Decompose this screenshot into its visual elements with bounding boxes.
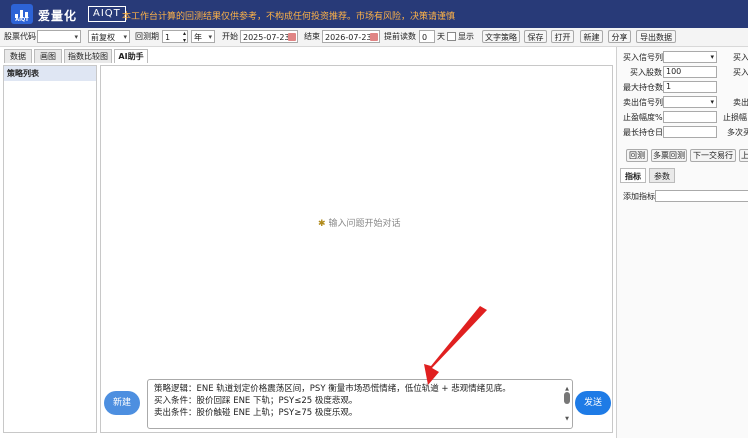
sell-signal-right-label: 卖出 — [733, 98, 748, 107]
buy-signal-row: 买入信号列 ▾ 买入 — [617, 51, 748, 64]
open-button[interactable]: 打开 — [551, 30, 574, 43]
calendar-icon[interactable] — [370, 33, 378, 41]
backtest-button[interactable]: 回测 — [626, 149, 648, 162]
chevron-down-icon: ▾ — [208, 33, 212, 41]
max-hold-label: 最大持仓数 — [623, 83, 663, 92]
max-hold-row: 最大持仓数 1 — [617, 81, 748, 94]
stock-code-select[interactable]: ▾ — [37, 30, 81, 43]
multi-buy-label: 多次买 — [727, 128, 748, 137]
text-strategy-button[interactable]: 文字策略 — [482, 30, 520, 43]
add-indicator-label: 添加指标 — [623, 192, 655, 201]
advance-unit: 天 — [437, 32, 445, 41]
adjust-select[interactable]: 前复权 ▾ — [88, 30, 130, 43]
tab-indicators[interactable]: 指标 — [620, 168, 646, 183]
buy-signal-label: 买入信号列 — [623, 53, 663, 62]
buy-shares-row: 买入股数 100 买入 — [617, 66, 748, 79]
chat-input-line: 卖出条件：股价触碰 ENE 上轨；PSY≥75 极度乐观。 — [154, 408, 358, 418]
show-checkbox[interactable] — [447, 32, 456, 41]
app-header: AIQT 爱量化 AIQT 本工作台计算的回测结果仅供参考，不构成任何投资推荐。… — [0, 0, 748, 28]
right-settings-panel: 买入信号列 ▾ 买入 买入股数 100 买入 最大持仓数 1 卖出信号列 ▾ 卖… — [616, 47, 748, 438]
max-days-input[interactable] — [663, 126, 717, 138]
period-label: 回测期 — [135, 32, 159, 41]
advance-label: 提前读数 — [384, 32, 416, 41]
bee-icon: ✱ — [318, 219, 326, 229]
tab-draw[interactable]: 画图 — [34, 49, 62, 63]
advance-input[interactable]: 0 — [419, 30, 435, 43]
strategy-list-header: 策略列表 — [4, 66, 96, 81]
save-button[interactable]: 保存 — [524, 30, 547, 43]
disclaimer-text: 本工作台计算的回测结果仅供参考，不构成任何投资推荐。市场有风险，决策请谨慎 — [122, 12, 456, 22]
buy-signal-right-label: 买入 — [733, 53, 748, 62]
chat-empty-hint: ✱ 输入问题开始对话 — [318, 219, 401, 229]
add-indicator-input[interactable] — [655, 190, 748, 202]
stock-code-label: 股票代码 — [4, 32, 36, 41]
next-trade-row-button[interactable]: 下一交易行 — [690, 149, 736, 162]
chat-input-line: 策略逻辑：ENE 轨道划定价格震荡区间，PSY 衡量市场恐慌情绪，低位轨道 + … — [154, 384, 511, 394]
max-days-row: 最长持仓日 多次买 — [617, 126, 748, 139]
stop-loss-label: 止损幅 — [723, 113, 747, 122]
buy-shares-input[interactable]: 100 — [663, 66, 717, 78]
period-unit-select[interactable]: 年 ▾ — [191, 30, 215, 43]
tab-data[interactable]: 数据 — [4, 49, 32, 63]
send-button[interactable]: 发送 — [575, 391, 611, 415]
new-button[interactable]: 新建 — [580, 30, 603, 43]
max-hold-input[interactable]: 1 — [663, 81, 717, 93]
chevron-down-icon: ▾ — [710, 98, 714, 106]
strategy-list-panel: 策略列表 — [3, 65, 97, 433]
chat-input-scrollbar[interactable]: ▲ ▼ — [564, 383, 570, 427]
take-profit-label: 止盈幅度% — [623, 113, 663, 122]
chevron-down-icon: ▾ — [710, 53, 714, 61]
tab-ai-assistant[interactable]: AI助手 — [114, 49, 148, 63]
start-date-input[interactable]: 2025-07-23 — [240, 30, 298, 43]
take-profit-input[interactable] — [663, 111, 717, 123]
chevron-down-icon: ▾ — [123, 33, 127, 41]
stepper-arrows-icon[interactable]: ▴ ▾ — [183, 30, 186, 44]
multi-backtest-button[interactable]: 多票回测 — [651, 149, 687, 162]
calendar-icon[interactable] — [288, 33, 296, 41]
sell-signal-label: 卖出信号列 — [623, 98, 663, 107]
end-date-input[interactable]: 2026-07-23 — [322, 30, 380, 43]
logo-icon: AIQT — [11, 4, 33, 24]
chat-input[interactable]: 策略逻辑：ENE 轨道划定价格震荡区间，PSY 衡量市场恐慌情绪，低位轨道 + … — [147, 379, 573, 429]
previous-button[interactable]: 上 — [739, 149, 748, 162]
max-days-label: 最长持仓日 — [623, 128, 663, 137]
app-badge: AIQT — [88, 6, 126, 22]
app-name: 爱量化 — [38, 9, 78, 23]
new-chat-button[interactable]: 新建 — [104, 391, 140, 415]
chat-input-line: 买入条件：股价回踩 ENE 下轨；PSY≤25 极度悲观。 — [154, 396, 358, 406]
logo-label: AIQT — [15, 17, 29, 23]
sell-signal-select[interactable]: ▾ — [663, 96, 717, 108]
end-label: 结束 — [304, 32, 320, 41]
buy-signal-select[interactable]: ▾ — [663, 51, 717, 63]
show-label: 显示 — [458, 32, 474, 41]
share-button[interactable]: 分享 — [608, 30, 631, 43]
toolbar: 股票代码 ▾ 前复权 ▾ 回测期 1 ▴ ▾ 年 ▾ 开始 2025-07-23 结束 … — [0, 28, 748, 47]
ai-chat-panel: ✱ 输入问题开始对话 新建 策略逻辑：ENE 轨道划定价格震荡区间，PSY 衡量市… — [100, 65, 613, 433]
buy-shares-label: 买入股数 — [630, 68, 662, 77]
tab-parameters[interactable]: 参数 — [649, 168, 675, 183]
buy-shares-right-label: 买入 — [733, 68, 748, 77]
take-profit-row: 止盈幅度% 止损幅 — [617, 111, 748, 124]
start-label: 开始 — [222, 32, 238, 41]
sell-signal-row: 卖出信号列 ▾ 卖出 — [617, 96, 748, 109]
chevron-down-icon: ▾ — [74, 33, 78, 41]
tab-index-compare[interactable]: 指数比较图 — [64, 49, 112, 63]
export-data-button[interactable]: 导出数据 — [636, 30, 676, 43]
main-tabs: 数据 画图 指数比较图 AI助手 — [0, 47, 614, 63]
period-stepper[interactable]: 1 ▴ ▾ — [162, 30, 188, 44]
